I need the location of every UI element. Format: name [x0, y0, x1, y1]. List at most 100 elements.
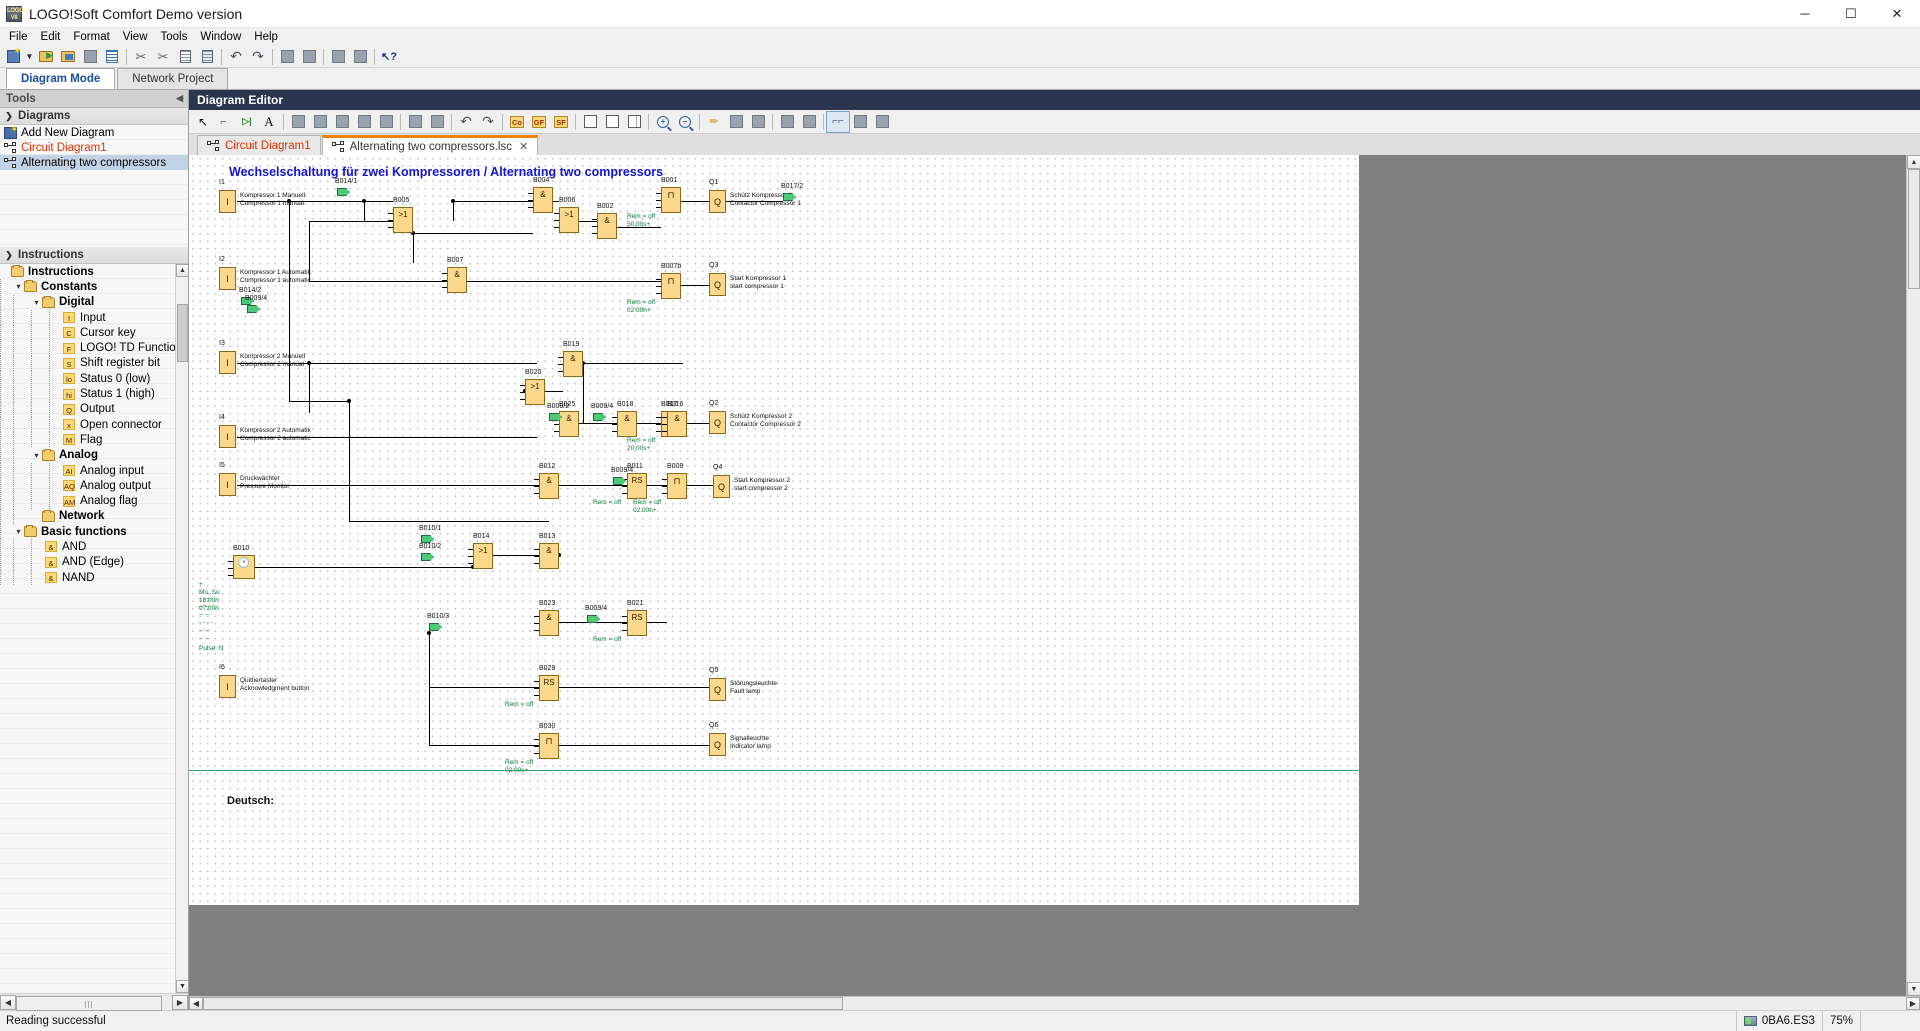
open-connector-icon[interactable] [429, 623, 442, 631]
diagram-item-add-new[interactable]: Add New Diagram [0, 124, 188, 140]
hscroll-thumb[interactable] [203, 997, 843, 1010]
special-functions-icon[interactable]: SF [550, 112, 572, 132]
tree-toggle-icon[interactable]: ▾ [31, 298, 42, 307]
doc-tab-alternating-two-compressors[interactable]: Alternating two compressors.lsc ✕ [321, 135, 539, 155]
page-double-icon[interactable] [601, 112, 623, 132]
tree-item-nand[interactable]: & NAND [0, 570, 188, 586]
canvas-hscrollbar[interactable]: ◀ ▶ [189, 996, 1920, 1010]
function-block[interactable]: & [563, 351, 583, 377]
function-block[interactable]: ⊓ [539, 733, 559, 759]
copy-icon[interactable] [174, 47, 196, 67]
tree-item-output[interactable]: Q Output [0, 401, 188, 417]
canvas-viewport[interactable]: Wechselschaltung für zwei Kompressoren /… [189, 155, 1906, 996]
input-block[interactable]: I [219, 267, 236, 290]
scroll-up-button[interactable]: ▲ [1907, 155, 1920, 169]
collapse-panel-icon[interactable]: ◀ [176, 93, 183, 104]
input-block[interactable]: I [219, 473, 236, 496]
status-zoom[interactable]: 75% [1821, 1010, 1860, 1031]
cut-connection-icon[interactable]: ▷| [236, 112, 258, 132]
new-diagram-icon[interactable]: ✶ [2, 47, 24, 67]
output-block[interactable]: Q [709, 190, 726, 213]
help-cursor-icon[interactable]: ↖? [378, 47, 400, 67]
diagram-item-circuit-diagram1[interactable]: Circuit Diagram1 [0, 140, 188, 155]
connect-tool-icon[interactable]: ⌐ [214, 112, 236, 132]
doc-tab-circuit-diagram1[interactable]: Circuit Diagram1 [197, 135, 321, 155]
text-tool-icon[interactable]: A [258, 112, 280, 132]
menu-window[interactable]: Window [194, 30, 248, 45]
open-connector-icon[interactable] [421, 535, 434, 543]
align-horizontal-icon[interactable] [375, 112, 397, 132]
scroll-left-button[interactable]: ◀ [189, 997, 203, 1010]
function-block[interactable]: & [597, 213, 617, 239]
tree-item-network[interactable]: Network [0, 508, 188, 524]
tree-item-cursor-key[interactable]: C Cursor key [0, 325, 188, 341]
function-block[interactable]: 🕐 [233, 555, 255, 579]
output-block[interactable]: Q [713, 475, 730, 498]
tree-item-analog[interactable]: ▾ Analog [0, 447, 188, 463]
input-block[interactable]: I [219, 351, 236, 374]
minimize-button[interactable]: ─ [1782, 0, 1828, 28]
function-block[interactable]: & [539, 473, 559, 499]
tree-item-flag[interactable]: M Flag [0, 432, 188, 448]
function-block[interactable]: ⊓ [661, 273, 681, 299]
vscroll-track[interactable] [1907, 169, 1920, 982]
function-block[interactable]: >1 [559, 207, 579, 233]
tree-toggle-icon[interactable]: ▾ [13, 527, 24, 536]
maximize-button[interactable]: ☐ [1828, 0, 1874, 28]
comment-icon[interactable] [747, 112, 769, 132]
function-block[interactable]: & [539, 610, 559, 636]
function-block[interactable]: & [533, 187, 553, 213]
tree-item-status-0-low[interactable]: lo Status 0 (low) [0, 371, 188, 387]
split-vertical-icon[interactable] [871, 112, 893, 132]
page-triple-icon[interactable] [623, 112, 645, 132]
function-block[interactable]: RS [539, 675, 559, 701]
output-block[interactable]: Q [709, 273, 726, 296]
diagrams-section-header[interactable]: ❯ Diagrams [0, 108, 188, 125]
zoom-in-icon[interactable]: + [652, 112, 674, 132]
online-test-icon[interactable] [298, 47, 320, 67]
align-top-icon[interactable] [287, 112, 309, 132]
tree-item-shift-register-bit[interactable]: S Shift register bit [0, 355, 188, 371]
align-vertical-icon[interactable] [331, 112, 353, 132]
menu-tools[interactable]: Tools [155, 30, 195, 45]
open-connector-icon[interactable] [421, 553, 434, 561]
function-block[interactable]: RS [627, 610, 647, 636]
new-dropdown-icon[interactable]: ▼ [24, 47, 35, 67]
tree-item-analog-output[interactable]: AQ Analog output [0, 478, 188, 494]
input-block[interactable]: I [219, 190, 236, 213]
scroll-right-button[interactable]: ▶ [172, 994, 188, 1010]
function-block[interactable]: & [447, 267, 467, 293]
simulation-icon[interactable] [276, 47, 298, 67]
scrollbar-thumb[interactable] [177, 304, 188, 362]
select-tool-icon[interactable]: ↖ [192, 112, 214, 132]
vscroll-thumb[interactable] [1908, 169, 1920, 289]
menu-view[interactable]: View [117, 30, 155, 45]
diagram-sheet[interactable]: Wechselschaltung für zwei Kompressoren /… [189, 155, 1359, 905]
page-single-icon[interactable] [579, 112, 601, 132]
align-right-icon[interactable] [309, 112, 331, 132]
tools-panel-hscrollbar[interactable]: ◀ ▶ [0, 993, 188, 1011]
hscroll-track[interactable] [16, 994, 172, 1011]
scroll-right-button[interactable]: ▶ [1906, 997, 1920, 1010]
open-connector-icon[interactable] [247, 305, 260, 313]
function-block[interactable]: & [539, 543, 559, 569]
canvas-vscrollbar[interactable]: ▲ ▼ [1906, 155, 1920, 996]
function-block[interactable]: >1 [473, 543, 493, 569]
redo-icon[interactable]: ↷ [477, 112, 499, 132]
instructions-tree-scrollbar[interactable]: ▲ ▼ [175, 264, 188, 993]
zoom-out-icon[interactable]: − [674, 112, 696, 132]
cut-alt-icon[interactable]: ✂ [152, 47, 174, 67]
cut-icon[interactable]: ✂ [130, 47, 152, 67]
menu-edit[interactable]: Edit [35, 30, 68, 45]
documentation-icon[interactable] [725, 112, 747, 132]
logo-pc-icon[interactable] [349, 47, 371, 67]
bring-to-front-icon[interactable] [404, 112, 426, 132]
tree-item-and-edge[interactable]: & AND (Edge) [0, 554, 188, 570]
tree-item-input[interactable]: I Input [0, 310, 188, 326]
send-to-back-icon[interactable] [426, 112, 448, 132]
tab-diagram-mode[interactable]: Diagram Mode [6, 68, 116, 89]
function-block[interactable]: ⊓ [667, 473, 687, 499]
scroll-left-button[interactable]: ◀ [0, 994, 16, 1010]
menu-help[interactable]: Help [248, 30, 285, 45]
function-block[interactable]: >1 [393, 207, 413, 233]
